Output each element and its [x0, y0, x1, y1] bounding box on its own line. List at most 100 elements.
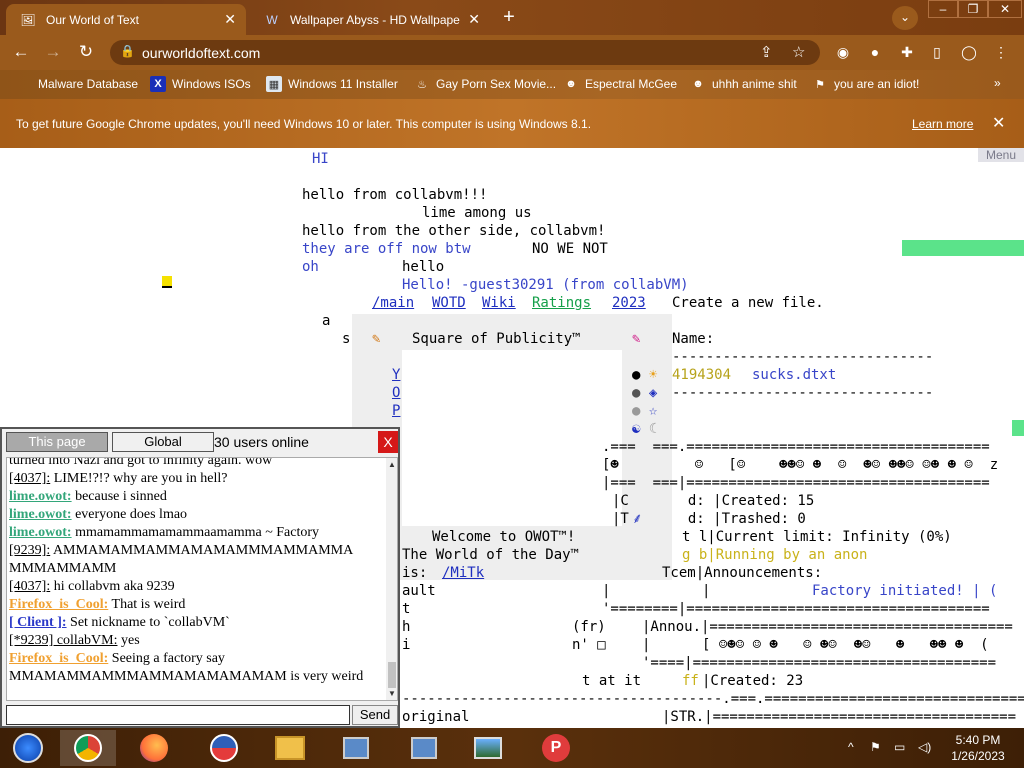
action-center-flag-icon[interactable]: ⚑ [870, 740, 881, 754]
bookmark-star-icon[interactable]: ☆ [792, 43, 805, 61]
tab-wallpaper-abyss[interactable]: W Wallpaper Abyss - HD Wallpaper ✕ [250, 4, 490, 35]
chat-message: Firefox_is_Cool: Seeing a factory say MM… [9, 650, 381, 686]
text-line: '========|==============================… [602, 601, 990, 617]
bookmark-windows-11-installer[interactable]: ▦ Windows 11 Installer [266, 76, 398, 92]
photos-icon[interactable] [460, 730, 516, 766]
address-bar[interactable]: 🔒 ourworldoftext.com ⇪ ☆ [110, 40, 820, 65]
forward-icon[interactable]: → [42, 42, 64, 64]
chat-message: [4037]: LIME!?!? why are you in hell? [9, 470, 381, 488]
chat-message-text: turned into Nazi and got to infinity aga… [9, 457, 273, 468]
link-wotd-world[interactable]: /MiTk [442, 564, 484, 582]
chat-nickname[interactable]: [*9239] collabVM: [9, 633, 117, 648]
chrome-icon[interactable] [60, 730, 116, 766]
tab-search-icon[interactable]: ⌄ [892, 6, 918, 30]
bookmarks-bar: Malware Database X Windows ISOs ▦ Windows … [0, 70, 1024, 99]
start-icon[interactable] [0, 730, 56, 766]
site-icon: ♨ [417, 78, 427, 91]
remote-desktop-icon[interactable] [328, 730, 384, 766]
text-line: Create a new file. [672, 295, 824, 311]
chat-nickname[interactable]: [9239]: [9, 543, 50, 558]
chat-log[interactable]: turned into Nazi and got to infinity aga… [6, 457, 398, 701]
chat-tab-this-page[interactable]: This page [6, 432, 108, 452]
bird-icon: ⸙ [632, 511, 643, 527]
reload-icon[interactable]: ↻ [75, 42, 97, 64]
tab-our-world-of-text[interactable]: 🖼 Our World of Text ✕ [6, 4, 246, 35]
chat-message: lime.owot: mmamammamamammaamamma ~ Facto… [9, 524, 381, 542]
sun-icon: ● ☀ [632, 367, 658, 383]
remote-desktop-icon[interactable] [396, 730, 452, 766]
more-menu-icon[interactable]: ⋮ [992, 43, 1010, 61]
menu-button[interactable]: Menu [978, 148, 1024, 162]
close-tab-icon[interactable]: ✕ [468, 11, 480, 28]
text-line: ------------------------------- [672, 385, 934, 401]
chat-nickname[interactable]: [4037]: [9, 471, 50, 486]
extension-flag-icon[interactable]: ◉ [834, 43, 852, 61]
chat-scrollbar[interactable]: ▲ ▼ [386, 458, 397, 700]
chat-message-text: That is weird [108, 597, 186, 612]
chat-message: [4037]: hi collabvm aka 9239 [9, 578, 381, 596]
side-panel-icon[interactable]: ▯ [928, 43, 946, 61]
chat-message-text: LIME!?!? why are you in hell? [50, 471, 228, 486]
link-main[interactable]: /main [372, 294, 414, 312]
bookmark-anime[interactable]: ☻ uhhh anime shit [690, 76, 797, 92]
chat-nickname[interactable]: lime.owot: [9, 525, 72, 540]
system-clock[interactable]: 5:40 PM 1/26/2023 [940, 732, 1016, 764]
chat-nickname[interactable]: lime.owot: [9, 489, 72, 504]
scroll-thumb[interactable] [388, 662, 396, 688]
tray-overflow-icon[interactable]: ^ [848, 740, 854, 754]
bookmark-you-are-an-idiot[interactable]: ⚑ you are an idiot! [812, 76, 919, 92]
learn-more-link[interactable]: Learn more [912, 117, 973, 131]
chat-nickname[interactable]: [4037]: [9, 579, 50, 594]
share-icon[interactable]: ⇪ [760, 43, 773, 61]
chat-message-text: hi collabvm aka 9239 [50, 579, 175, 594]
extension-avatar-icon[interactable]: ● [866, 43, 884, 61]
chat-nickname[interactable]: Firefox_is_Cool: [9, 651, 108, 666]
close-tab-icon[interactable]: ✕ [224, 11, 236, 28]
extensions-puzzle-icon[interactable]: ✚ [898, 43, 916, 61]
send-button[interactable]: Send [352, 705, 398, 725]
avatar-icon: ☻ [692, 78, 704, 90]
back-icon[interactable]: ← [10, 42, 32, 64]
close-chat-button[interactable]: X [378, 431, 398, 453]
restore-button[interactable]: ❐ [958, 0, 988, 18]
bookmark-malware-database[interactable]: Malware Database [16, 76, 138, 92]
network-icon[interactable]: ▭ [894, 740, 905, 754]
installer-icon: ▦ [266, 76, 282, 92]
new-tab-button[interactable]: + [497, 6, 521, 30]
bookmark-espectral-mcgee[interactable]: ☻ Espectral McGee [563, 76, 677, 92]
chat-input[interactable] [6, 705, 350, 725]
bookmark-gay-porn[interactable]: ♨ Gay Porn Sex Movie... [414, 76, 556, 92]
link-2023[interactable]: 2023 [612, 294, 646, 312]
bookmark-label: Espectral McGee [585, 77, 678, 91]
tab-title: Wallpaper Abyss - HD Wallpaper [290, 12, 460, 27]
link-wiki[interactable]: Wiki [482, 294, 516, 312]
close-infobar-icon[interactable]: ✕ [992, 113, 1005, 133]
text-line: s [342, 331, 351, 347]
pencil-icon: ✎ [632, 331, 641, 347]
chat-nickname[interactable]: lime.owot: [9, 507, 72, 522]
more-bookmarks-icon[interactable]: » [994, 76, 1001, 90]
chat-nickname[interactable]: Firefox_is_Cool: [9, 597, 108, 612]
chat-message-text: yes [117, 633, 140, 648]
firefox-icon[interactable] [126, 730, 182, 766]
volume-icon[interactable]: ◁) [918, 740, 931, 754]
app-p-icon[interactable]: P [528, 730, 584, 766]
file-explorer-icon[interactable] [262, 730, 318, 766]
text-line: P [392, 403, 401, 419]
scroll-down-icon[interactable]: ▼ [388, 689, 396, 698]
profile-icon[interactable]: ◯ [960, 43, 978, 61]
bookmark-windows-isos[interactable]: X Windows ISOs [150, 76, 251, 92]
chat-message-text: because i sinned [71, 489, 167, 504]
campaign-logo-icon[interactable] [196, 730, 252, 766]
close-window-button[interactable]: ✕ [988, 0, 1022, 18]
chat-tab-global[interactable]: Global [112, 432, 214, 452]
minimize-button[interactable]: – [928, 0, 958, 18]
lock-icon: 🔒 [120, 44, 135, 58]
publicity-space [402, 350, 622, 552]
link-wotd[interactable]: WOTD [432, 294, 466, 312]
link-ratings[interactable]: Ratings [532, 294, 591, 312]
scroll-up-icon[interactable]: ▲ [388, 460, 396, 469]
chat-nickname[interactable]: [ Client ]: [9, 615, 67, 630]
chat-tab-row: This page Global 30 users online X [2, 429, 398, 455]
chat-message: lime.owot: everyone does lmao [9, 506, 381, 524]
